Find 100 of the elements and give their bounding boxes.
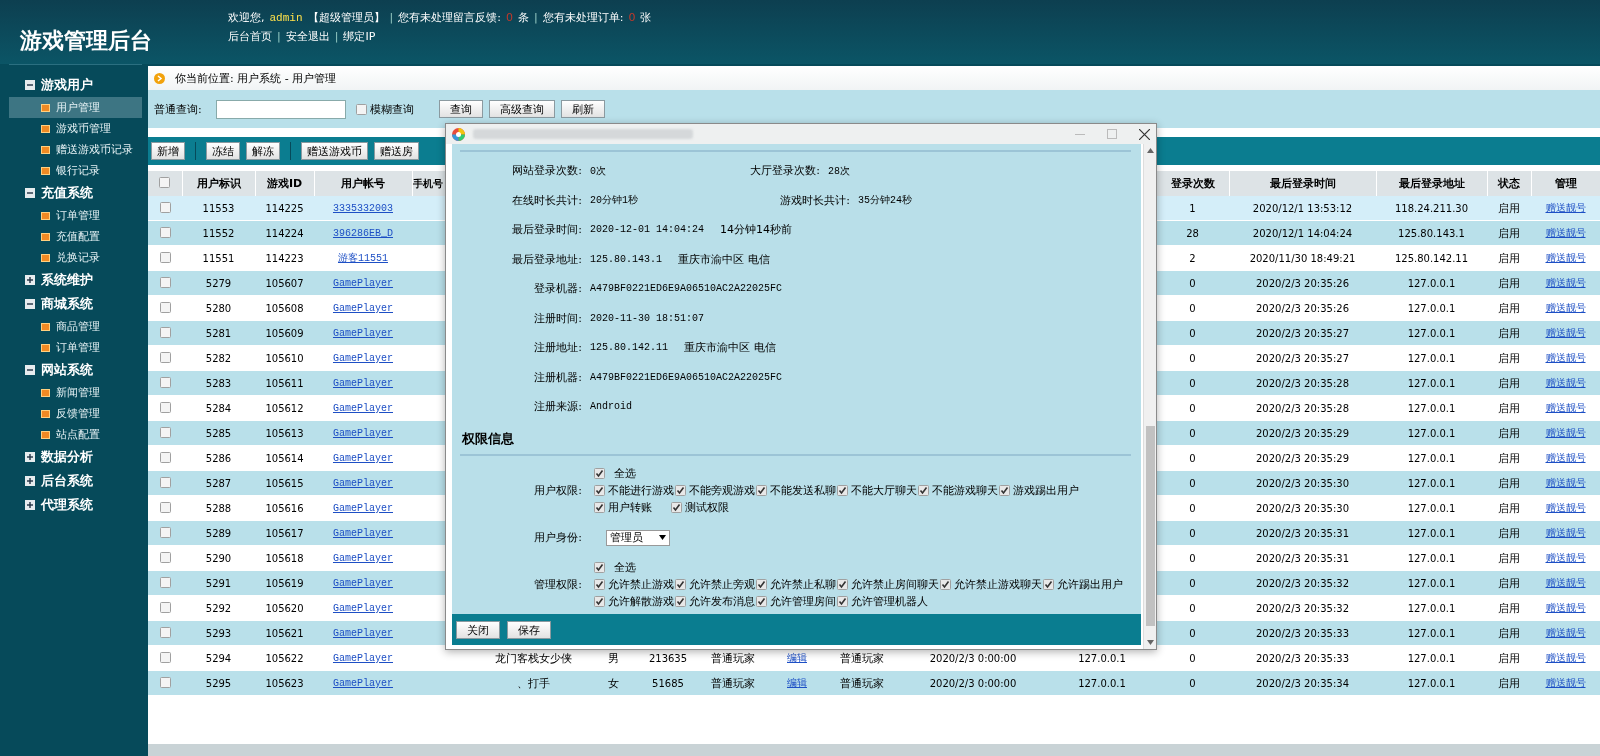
header-link[interactable]: 绑定IP (343, 29, 376, 44)
checkbox-option[interactable]: 允许踢出用户 (1043, 576, 1123, 593)
account-link[interactable]: GamePlayer (333, 603, 393, 614)
edit-link[interactable]: 编辑 (787, 677, 807, 688)
sidebar-group[interactable]: 代理系统 (9, 493, 142, 517)
checkbox[interactable] (675, 596, 686, 607)
gift-link[interactable]: 赠送靓号 (1545, 477, 1586, 488)
sidebar-item[interactable]: 银行记录 (9, 160, 142, 181)
gift-link[interactable]: 赠送靓号 (1545, 227, 1586, 238)
checkbox-option[interactable]: 允许禁止房间聊天 (837, 576, 939, 593)
select-field[interactable]: 管理员 (606, 529, 670, 546)
close-icon[interactable] (1139, 128, 1150, 140)
row-checkbox[interactable] (159, 451, 171, 463)
gift-link[interactable]: 赠送靓号 (1545, 577, 1586, 588)
account-link[interactable]: 游客11551 (338, 253, 388, 264)
account-link[interactable]: GamePlayer (333, 428, 393, 439)
checkbox-option[interactable]: 全选 (594, 465, 670, 482)
gift-link[interactable]: 赠送靓号 (1545, 627, 1586, 638)
gift-link[interactable]: 赠送靓号 (1545, 677, 1586, 688)
search-button[interactable]: 查询 (438, 100, 483, 118)
sidebar-group[interactable]: 后台系统 (9, 469, 142, 493)
plus-box-icon[interactable] (25, 476, 35, 486)
row-checkbox[interactable] (159, 601, 171, 613)
sidebar-item[interactable]: 新闻管理 (9, 382, 142, 403)
row-checkbox[interactable] (159, 551, 171, 563)
account-link[interactable]: GamePlayer (333, 328, 393, 339)
checkbox-option[interactable]: 不能发送私聊 (756, 482, 836, 499)
checkbox[interactable] (756, 579, 767, 590)
checkbox-option[interactable]: 游戏踢出用户 (999, 482, 1079, 499)
checkbox[interactable] (837, 596, 848, 607)
sidebar-group[interactable]: 系统维护 (9, 268, 142, 292)
gift-link[interactable]: 赠送靓号 (1545, 252, 1586, 263)
gift-link[interactable]: 赠送靓号 (1545, 502, 1586, 513)
sidebar-item[interactable]: 反馈管理 (9, 403, 142, 424)
checkbox-option[interactable]: 不能旁观游戏 (675, 482, 755, 499)
down-arrow-icon[interactable] (1146, 640, 1154, 645)
minus-box-icon[interactable] (25, 299, 35, 309)
account-link[interactable]: GamePlayer (333, 628, 393, 639)
gift-link[interactable]: 赠送靓号 (1545, 427, 1586, 438)
row-checkbox[interactable] (159, 301, 171, 313)
search-button[interactable]: 刷新 (560, 100, 605, 118)
table-row[interactable]: 5295 105623 GamePlayer 、打手 女 51685 普通玩家 编辑 普通玩家 2020/2/3 0:00:00 127.0.0.1 0 2020/2/3 20:35:34 127.0.0.1 启用 赠送靓号 (148, 670, 1600, 696)
account-link[interactable]: GamePlayer (333, 678, 393, 689)
checkbox-option[interactable]: 允许禁止私聊 (756, 576, 836, 593)
checkbox-option[interactable]: 允许禁止游戏聊天 (940, 576, 1042, 593)
checkbox[interactable] (918, 485, 929, 496)
checkbox-option[interactable]: 不能游戏聊天 (918, 482, 998, 499)
header-link[interactable]: 安全退出 (285, 29, 330, 44)
row-checkbox[interactable] (159, 626, 171, 638)
row-checkbox[interactable] (159, 651, 171, 663)
sidebar-item[interactable]: 站点配置 (9, 424, 142, 445)
gift-link[interactable]: 赠送靓号 (1545, 202, 1586, 213)
row-checkbox[interactable] (159, 526, 171, 538)
row-checkbox[interactable] (159, 426, 171, 438)
row-checkbox[interactable] (159, 376, 171, 388)
row-checkbox[interactable] (159, 576, 171, 588)
sidebar-group[interactable]: 游戏用户 (9, 73, 142, 97)
sidebar-item[interactable]: 订单管理 (9, 337, 142, 358)
sidebar-group[interactable]: 数据分析 (9, 445, 142, 469)
row-checkbox[interactable] (159, 501, 171, 513)
gift-link[interactable]: 赠送靓号 (1545, 327, 1586, 338)
checkbox-option[interactable]: 不能进行游戏 (594, 482, 674, 499)
edit-link[interactable]: 编辑 (787, 652, 807, 663)
sidebar-item[interactable]: 充值配置 (9, 226, 142, 247)
gift-link[interactable]: 赠送靓号 (1545, 277, 1586, 288)
row-checkbox[interactable] (159, 326, 171, 338)
account-link[interactable]: GamePlayer (333, 528, 393, 539)
row-checkbox[interactable] (159, 351, 171, 363)
checkbox[interactable] (355, 103, 367, 115)
checkbox-option[interactable]: 允许发布消息 (675, 593, 755, 610)
plus-box-icon[interactable] (25, 452, 35, 462)
checkbox-option[interactable]: 测试权限 (671, 499, 747, 516)
checkbox[interactable] (675, 485, 686, 496)
sidebar-item[interactable]: 游戏币管理 (9, 118, 142, 139)
sidebar-item[interactable]: 赠送游戏币记录 (9, 139, 142, 160)
gift-link[interactable]: 赠送靓号 (1545, 602, 1586, 613)
checkbox-option[interactable]: 用户转账 (594, 499, 670, 516)
search-button[interactable]: 高级查询 (488, 100, 555, 118)
checkbox-option[interactable]: 允许管理机器人 (837, 593, 928, 610)
checkbox[interactable] (675, 579, 686, 590)
sidebar-item[interactable]: 商品管理 (9, 316, 142, 337)
header-link[interactable]: 后台首页 (228, 29, 272, 44)
checkbox[interactable] (594, 579, 605, 590)
dialog-button[interactable]: 关闭 (456, 620, 500, 639)
account-link[interactable]: GamePlayer (333, 553, 393, 564)
row-checkbox[interactable] (159, 276, 171, 288)
checkbox[interactable] (837, 485, 848, 496)
minus-box-icon[interactable] (25, 80, 35, 90)
select-all-checkbox[interactable] (159, 176, 171, 188)
sidebar-group[interactable]: 充值系统 (9, 181, 142, 205)
minus-box-icon[interactable] (25, 365, 35, 375)
gift-link[interactable]: 赠送靓号 (1545, 552, 1586, 563)
toolbar-button[interactable]: 新增 (151, 142, 185, 160)
checkbox[interactable] (837, 579, 848, 590)
checkbox[interactable] (940, 579, 951, 590)
checkbox-option[interactable]: 允许管理房间 (756, 593, 836, 610)
row-checkbox[interactable] (159, 476, 171, 488)
account-link[interactable]: GamePlayer (333, 278, 393, 289)
up-arrow-icon[interactable] (1146, 148, 1154, 153)
checkbox[interactable] (594, 562, 605, 573)
